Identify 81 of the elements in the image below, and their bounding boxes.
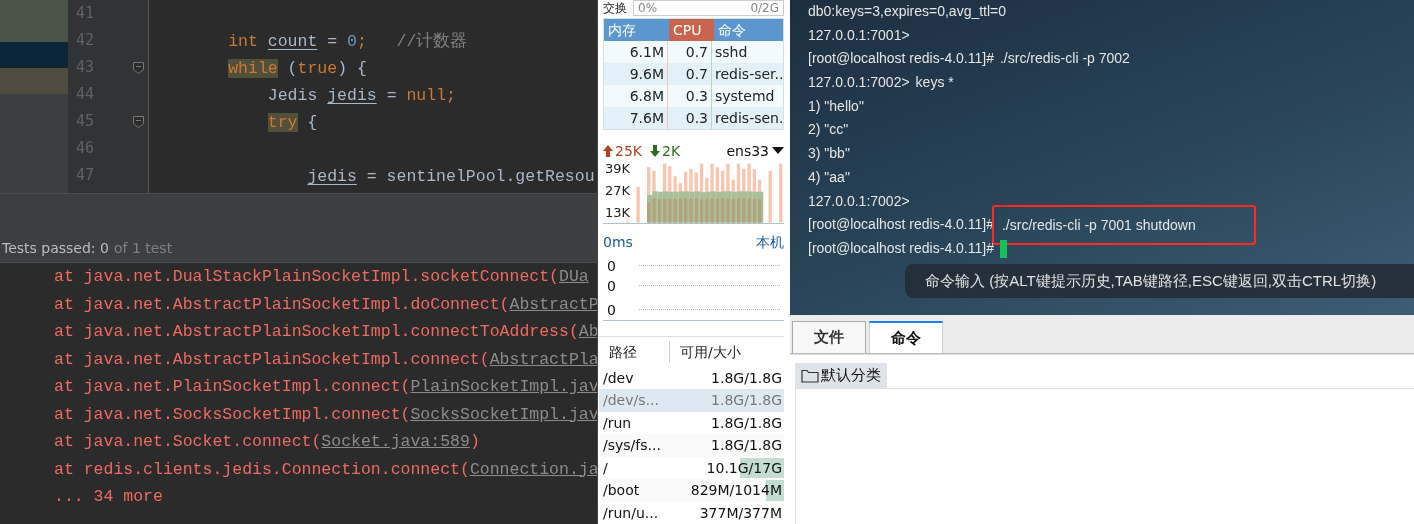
table-cell-text: /run/u... [602,503,660,523]
fold-icon[interactable] [133,115,144,128]
code-line: try { [267,113,318,132]
table-cell-text: 377M/377M [699,503,783,523]
upload-rate: 25K [603,142,642,159]
terminal-line: [root@localhost redis-4.0.11]# [808,238,994,258]
disk-row[interactable]: /dev 1.8G/1.8G [599,366,784,389]
table-cell-text: redis-ser.. [714,65,783,84]
stack-trace-line: ... 34 more [54,486,164,508]
source-link[interactable]: DUa [559,267,589,286]
table-cell-text: 10.1G/17G [706,458,783,478]
table-cell-text: /sys/fs... [602,436,662,455]
source-link[interactable]: Socket.java:589 [321,432,470,451]
disk-row[interactable]: /sys/fs... 1.8G/1.8G [599,434,784,457]
disk-row[interactable]: /boot 829M/1014M [599,479,784,502]
axis-label: 0 [607,257,617,274]
terminal-line: 127.0.0.1:7001> [808,25,910,45]
table-cell-text: 1.8G/1.8G [711,391,783,410]
stack-trace-line: at java.net.AbstractPlainSocketImpl.doConnect(AbstractP [54,293,597,316]
column-header[interactable]: CPU [669,19,714,41]
code-line: jedis = sentinelPool.getResou [307,167,595,186]
terminal-line: 4) "aa" [808,167,850,187]
terminal-line: db0:keys=3,expires=0,avg_ttl=0 [808,2,1007,21]
disk-row[interactable]: /run 1.8G/1.8G [599,411,784,434]
table-cell-text: / [602,458,609,478]
command-hint: 命令输入 (按ALT键提示历史,TAB键路径,ESC键返回,双击CTRL切换) [905,264,1414,298]
terminal-line: 3) "bb" [808,144,850,164]
terminal-line: 1) "hello" [808,96,864,116]
table-cell-text: redis-sen. [714,109,783,128]
tab[interactable]: 文件 [792,321,866,353]
highlighted-command: ./src/redis-cli -p 7001 shutdown [991,205,1256,246]
code-line: while (true) { [228,59,367,78]
interface-dropdown[interactable]: ens33 [726,142,784,159]
table-cell-text: 1.8G/1.8G [711,368,783,388]
category-tab[interactable]: 默认分类 [795,363,887,388]
down-arrow-icon [650,144,660,157]
terminal-line: 127.0.0.1:7002> [808,73,910,93]
table-cell-text: /boot [602,481,641,500]
stack-trace-line: at java.net.DualStackPlainSocketImpl.socketConnect(DUa [54,266,590,288]
tests-passed-label: Tests passed: 0 [2,240,109,256]
table-cell-text: sshd [714,43,749,62]
terminal-line: [root@localhost redis-4.0.11]# [808,49,994,69]
terminal-command: ./src/redis-cli -p 7002 [999,49,1130,69]
tests-total-label: of 1 test [113,240,173,256]
table-cell-text: 1.8G/1.8G [711,413,783,433]
table-cell-text: /run [602,413,633,433]
axis-label: 0 [607,277,617,294]
fold-icon[interactable] [133,61,144,74]
code-line: Jedis jedis = null; [267,86,456,105]
stack-trace-line: at java.net.Socket.connect(Socket.java:589) [54,431,481,453]
column-header[interactable]: 可用/大小 [670,336,741,367]
table-cell-text: /dev/s... [602,391,660,410]
source-link[interactable]: AbstractP [509,294,597,314]
table-cell-text: 1.8G/1.8G [711,436,783,455]
terminal-line: 2) "cc" [808,120,849,140]
caret-icon [772,147,784,155]
disk-row[interactable]: /run/u... 377M/377M [599,501,784,524]
highlight-stripe [0,68,68,94]
disk-row[interactable]: / 10.1G/17G [599,456,784,479]
axis-label: 0 [607,301,617,318]
terminal-line: 127.0.0.1:7002> [808,191,910,211]
host-link[interactable]: 本机 [756,231,784,252]
folder-icon [801,368,819,383]
table-cell-text: systemd [714,87,776,106]
up-arrow-icon [603,144,613,157]
code-line: int count = 0; //计数器 [228,32,468,51]
source-link[interactable]: Ab [578,322,597,341]
tab[interactable]: 命令 [869,321,943,353]
table-cell: 0.3 [668,107,712,129]
table-cell-text: 829M/1014M [690,481,783,500]
column-header[interactable]: 路径 [599,340,670,363]
terminal-line: [root@localhost redis-4.0.11]# [808,215,994,235]
table-cell: 7.6M [604,107,668,129]
terminal-command: keys * [915,73,954,93]
download-rate: 2K [650,142,681,159]
table-cell-text: /dev [602,368,635,388]
swap-bar: 0% 0/2G [633,0,784,16]
stack-trace-line: at java.net.AbstractPlainSocketImpl.connectToAddress(Ab [54,321,597,343]
swap-label: 交换 [603,0,627,16]
latency-label: 0ms [603,232,633,252]
disk-row[interactable]: /dev/s... 1.8G/1.8G [599,389,784,412]
